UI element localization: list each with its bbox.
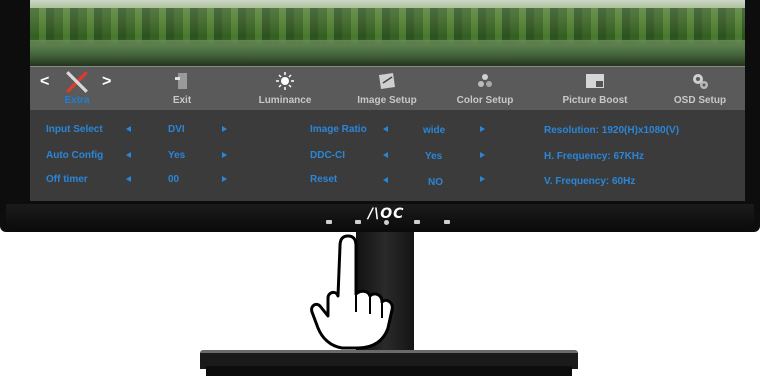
info-resolution: Resolution: 1920(H)x1080(V) [544,125,680,136]
tab-osd-setup[interactable]: OSD Setup [660,67,740,111]
setting-label-image-ratio: Image Ratio [310,124,367,135]
decrease-arrow[interactable] [383,177,388,183]
increase-arrow[interactable] [480,152,485,158]
lake-reflection [30,40,745,66]
info-v-frequency: V. Frequency: 60Hz [544,176,636,187]
monitor-screen: < > Extra Exit Luminance Image Setup Col… [30,0,745,201]
setting-value-input-select[interactable]: DVI [168,124,185,135]
decrease-arrow[interactable] [126,176,131,182]
setting-label-auto-config: Auto Config [46,150,104,161]
tab-label: Image Setup [357,95,417,106]
setting-label-reset: Reset [310,174,338,185]
tab-color-setup[interactable]: Color Setup [448,67,522,111]
picture-boost-icon [586,74,604,88]
tools-icon [66,71,88,93]
increase-arrow[interactable] [222,126,227,132]
osd-settings-panel: Input Select DVI Auto Config Yes Off tim… [30,110,745,201]
front-button-1[interactable] [326,220,332,224]
increase-arrow[interactable] [222,176,227,182]
setting-value-auto-config[interactable]: Yes [168,150,185,161]
tab-label: Picture Boost [562,95,628,106]
tab-image-setup[interactable]: Image Setup [350,67,424,111]
tab-label: Color Setup [456,95,514,106]
front-button-3[interactable] [384,220,389,225]
setting-label-ddc-ci: DDC-CI [310,150,345,161]
tab-label: Luminance [258,95,312,106]
front-button-4[interactable] [414,220,420,224]
setting-label-off-timer: Off timer [46,174,88,185]
tab-label: OSD Setup [673,95,727,106]
nav-left-arrow[interactable]: < [40,73,49,91]
monitor-stand-foot [206,366,572,376]
info-h-frequency: H. Frequency: 67KHz [544,151,645,162]
setting-value-reset[interactable]: NO [428,177,443,188]
sun-icon [276,72,294,90]
nav-right-arrow[interactable]: > [102,73,111,91]
tab-label: Extra [64,95,90,106]
decrease-arrow[interactable] [383,126,388,132]
color-dots-icon [478,74,492,87]
decrease-arrow[interactable] [126,126,131,132]
increase-arrow[interactable] [480,176,485,182]
front-button-2[interactable] [355,220,361,224]
tab-label: Exit [172,95,192,106]
osd-setup-icon [693,74,708,89]
tab-luminance[interactable]: Luminance [250,67,320,111]
tab-picture-boost[interactable]: Picture Boost [552,67,638,111]
image-setup-icon [379,73,395,89]
tab-exit[interactable]: Exit [157,67,207,111]
decrease-arrow[interactable] [383,152,388,158]
trees [30,8,745,44]
increase-arrow[interactable] [222,152,227,158]
setting-value-ddc-ci[interactable]: Yes [425,151,442,162]
setting-label-input-select: Input Select [46,124,103,135]
osd-menu-bar: < > Extra Exit Luminance Image Setup Col… [30,66,745,112]
increase-arrow[interactable] [480,126,485,132]
tab-extra[interactable]: Extra [52,67,102,111]
pointing-hand-icon [310,234,394,350]
setting-value-off-timer[interactable]: 00 [168,174,179,185]
wallpaper-photo [30,0,745,66]
decrease-arrow[interactable] [126,152,131,158]
exit-door-icon [175,73,187,89]
power-button[interactable] [444,220,450,224]
setting-value-image-ratio[interactable]: wide [423,125,445,136]
